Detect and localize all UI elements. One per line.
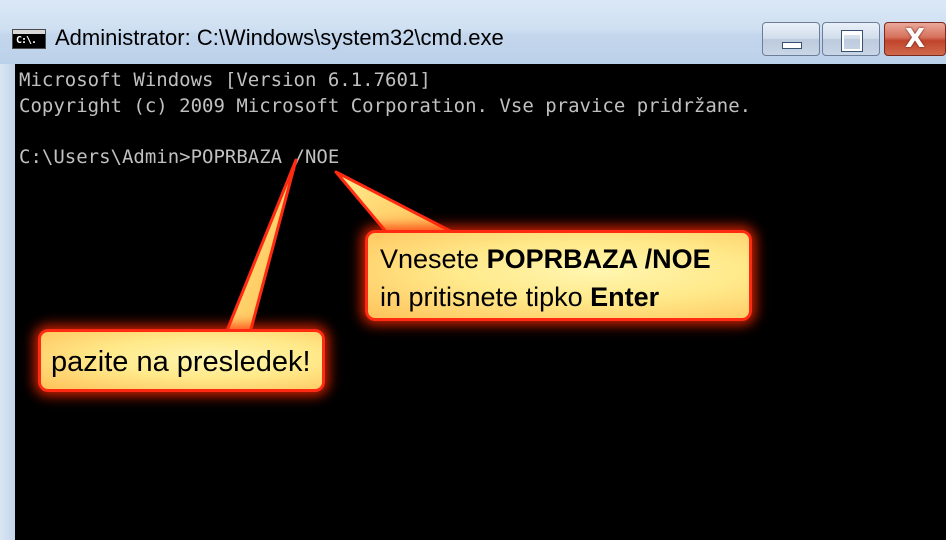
callout-enter-line2: in pritisnete tipko Enter [380, 282, 660, 312]
callout-enter-key: Enter [590, 282, 660, 312]
callout-space-text: pazite na presledek! [51, 346, 311, 378]
cmd-window: C:\. Administrator: C:\Windows\system32\… [0, 0, 946, 540]
callout-space-warning: pazite na presledek! [38, 329, 325, 392]
callout-space-pointer [224, 158, 298, 335]
callout-enter-line1: Vnesete POPRBAZA /NOE [380, 244, 711, 274]
callout-enter-instruction: Vnesete POPRBAZA /NOE in pritisnete tipk… [365, 230, 752, 321]
callout-enter-command: POPRBAZA /NOE [486, 244, 711, 274]
